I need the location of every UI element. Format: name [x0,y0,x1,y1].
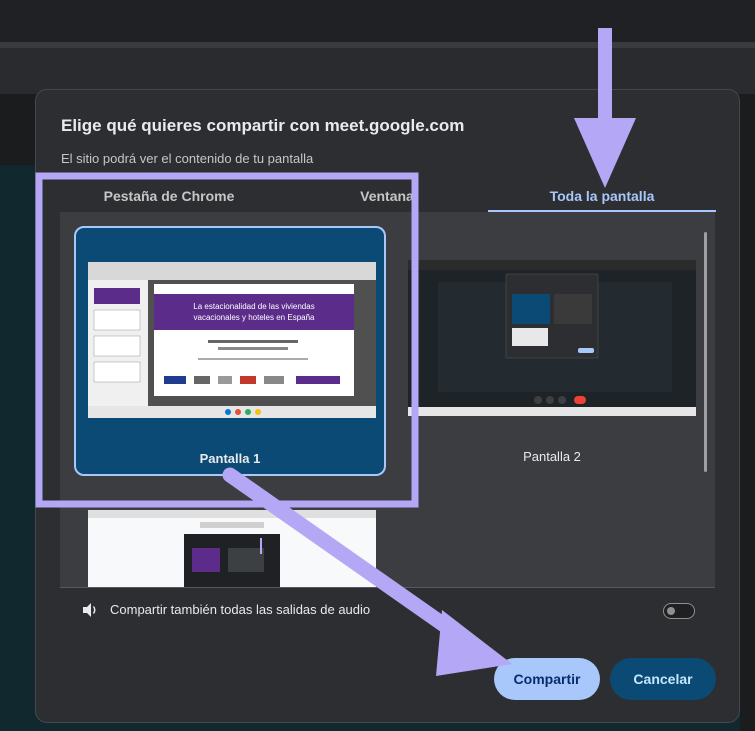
dialog-subtitle: El sitio podrá ver el contenido de tu pa… [61,151,314,166]
share-button[interactable]: Compartir [494,658,600,700]
scrollbar[interactable] [704,232,707,472]
share-tabs: Pestaña de Chrome Ventana Toda la pantal… [60,180,716,212]
screen-option-1[interactable]: La estacionalidad de las viviendas vacac… [74,226,386,476]
screen-list: La estacionalidad de las viviendas vacac… [60,212,715,632]
screen-2-thumbnail [408,260,696,416]
tab-chrome-tab[interactable]: Pestaña de Chrome [60,180,278,212]
tab-entire-screen[interactable]: Toda la pantalla [488,180,716,212]
screen-1-label: Pantalla 1 [199,451,261,466]
browser-bar [0,48,755,94]
cancel-button[interactable]: Cancelar [610,658,716,700]
dialog-title: Elige qué quieres compartir con meet.goo… [61,116,465,135]
audio-share-row: Compartir también todas las salidas de a… [60,587,715,633]
audio-share-toggle[interactable] [663,603,695,619]
screen-option-2[interactable]: Pantalla 2 [396,226,708,476]
screen-1-thumbnail: La estacionalidad de las viviendas vacac… [88,262,376,418]
screen-3-thumbnail[interactable] [88,510,376,590]
audio-share-label: Compartir también todas las salidas de a… [110,602,371,617]
tab-window[interactable]: Ventana [278,180,496,212]
slide-title-text: La estacionalidad de las viviendas [193,302,314,311]
svg-text:vacacionales y hoteles en Espa: vacacionales y hoteles en España [194,313,316,322]
toggle-knob [667,607,675,615]
speaker-icon [81,601,99,619]
screen-2-label: Pantalla 2 [523,449,581,464]
browser-toolbar [0,0,755,42]
share-screen-dialog: Elige qué quieres compartir con meet.goo… [35,89,740,723]
